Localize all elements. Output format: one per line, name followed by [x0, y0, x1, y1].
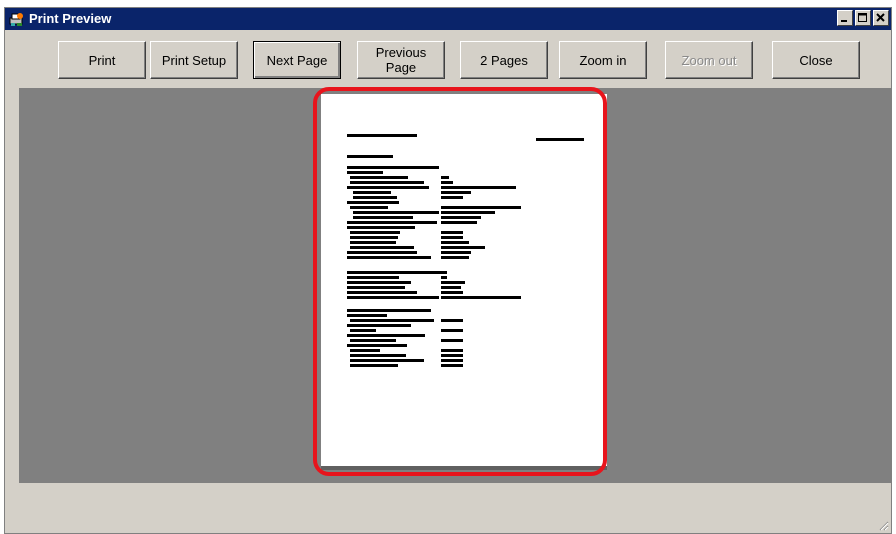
- resize-grip-icon[interactable]: [877, 519, 889, 531]
- page-highlight-outline: [313, 87, 607, 476]
- title-bar[interactable]: Print Preview: [5, 8, 891, 30]
- maximize-icon[interactable]: [855, 10, 871, 26]
- previous-page-button[interactable]: Previous Page: [357, 41, 445, 79]
- print-preview-app-icon: [9, 11, 25, 27]
- previous-page-label: Previous Page: [375, 45, 427, 75]
- window-title: Print Preview: [29, 11, 112, 26]
- two-pages-button[interactable]: 2 Pages: [460, 41, 548, 79]
- preview-area[interactable]: [19, 87, 891, 483]
- zoom-in-button[interactable]: Zoom in: [559, 41, 647, 79]
- minimize-icon[interactable]: [837, 10, 853, 26]
- print-button[interactable]: Print: [58, 41, 146, 79]
- close-icon[interactable]: [873, 10, 889, 26]
- next-page-button[interactable]: Next Page: [253, 41, 341, 79]
- zoom-out-button: Zoom out: [665, 41, 753, 79]
- window-controls: [837, 10, 889, 26]
- close-button[interactable]: Close: [772, 41, 860, 79]
- toolbar: Print Print Setup Next Page Previous Page…: [5, 30, 891, 88]
- print-preview-window: Print Preview Print Print Setup Next Pag…: [4, 7, 892, 534]
- print-setup-button[interactable]: Print Setup: [150, 41, 238, 79]
